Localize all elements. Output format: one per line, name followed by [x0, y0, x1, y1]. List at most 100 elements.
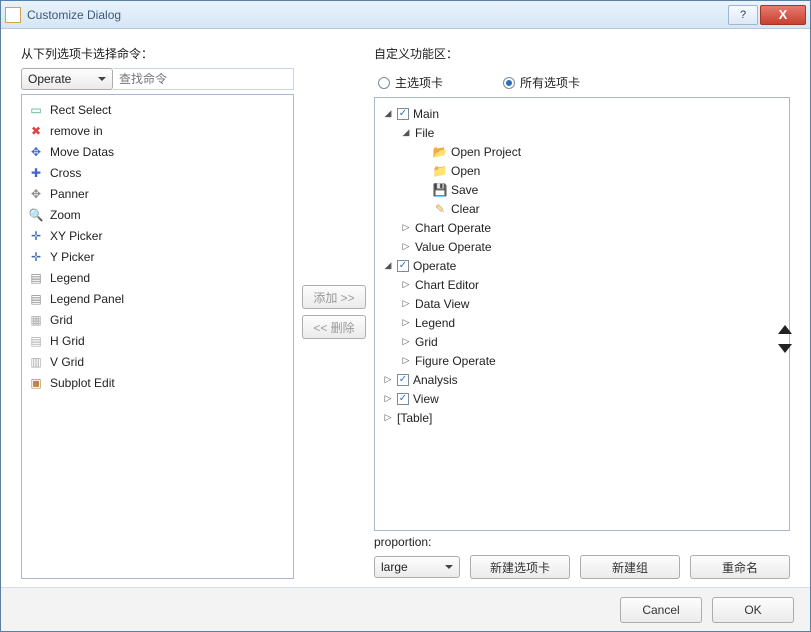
checkbox[interactable]: ✓	[397, 260, 409, 272]
command-label: Rect Select	[50, 103, 111, 117]
ribbon-tree[interactable]: ◢✓Main◢File▷📂Open Project▷📁Open▷💾Save▷✎C…	[374, 97, 790, 531]
checkbox[interactable]: ✓	[397, 393, 409, 405]
list-item[interactable]: ✛Y Picker	[22, 246, 293, 267]
command-icon: ▥	[28, 354, 44, 370]
list-item[interactable]: ▭Rect Select	[22, 99, 293, 120]
list-item[interactable]: ✖remove in	[22, 120, 293, 141]
command-icon: ✛	[28, 249, 44, 265]
tree-node[interactable]: ▷💾Save	[419, 180, 785, 199]
expand-icon[interactable]: ▷	[383, 394, 393, 404]
tree-node[interactable]: ▷Legend	[401, 313, 785, 332]
new-group-button[interactable]: 新建组	[580, 555, 680, 579]
tree-node-icon: ✎	[433, 202, 447, 216]
tree-node-label: Open	[451, 164, 480, 178]
rename-button[interactable]: 重命名	[690, 555, 790, 579]
command-icon: ▣	[28, 375, 44, 391]
list-item[interactable]: ▤Legend	[22, 267, 293, 288]
command-label: XY Picker	[50, 229, 102, 243]
help-button[interactable]: ?	[728, 5, 758, 25]
window-buttons: ? X	[726, 5, 806, 25]
close-button[interactable]: X	[760, 5, 806, 25]
tree-node-label: Save	[451, 183, 478, 197]
tree-node[interactable]: ▷Data View	[401, 294, 785, 313]
cancel-button[interactable]: Cancel	[620, 597, 702, 623]
expand-icon[interactable]: ▷	[401, 223, 411, 233]
tree-node[interactable]: ▷Value Operate	[401, 237, 785, 256]
list-item[interactable]: ▥ V Grid	[22, 351, 293, 372]
tree-node[interactable]: ▷ Figure Operate	[401, 351, 785, 370]
radio-all-label: 所有选项卡	[520, 74, 580, 91]
checkbox[interactable]: ✓	[397, 374, 409, 386]
expand-icon[interactable]: ▷	[383, 375, 393, 385]
tree-node-label: Chart Operate	[415, 221, 491, 235]
expand-icon[interactable]: ▷	[383, 413, 393, 423]
tree-node-label: Figure Operate	[415, 354, 496, 368]
radio-all-tabs[interactable]: 所有选项卡	[503, 74, 580, 91]
command-label: H Grid	[50, 334, 85, 348]
list-item[interactable]: ▤ H Grid	[22, 330, 293, 351]
tree-node[interactable]: ◢✓Main	[383, 104, 785, 123]
ok-button[interactable]: OK	[712, 597, 794, 623]
tree-node[interactable]: ▷✎Clear	[419, 199, 785, 218]
add-button[interactable]: 添加 >>	[302, 285, 366, 309]
tree-node[interactable]: ◢ ✓ Operate	[383, 256, 785, 275]
checkbox[interactable]: ✓	[397, 108, 409, 120]
list-item[interactable]: ▤Legend Panel	[22, 288, 293, 309]
expand-icon[interactable]: ▷	[401, 242, 411, 252]
content: 从下列选项卡选择命令： Operate ▭Rect Select✖remove …	[1, 29, 810, 587]
category-dropdown[interactable]: Operate	[21, 68, 113, 90]
collapse-icon[interactable]: ◢	[383, 261, 393, 271]
radio-main-tabs[interactable]: 主选项卡	[378, 74, 443, 91]
ribbon-bottom-controls: large 新建选项卡 新建组 重命名	[374, 555, 790, 579]
commands-panel: 从下列选项卡选择命令： Operate ▭Rect Select✖remove …	[21, 45, 294, 579]
expand-icon[interactable]: ▷	[401, 299, 411, 309]
list-item[interactable]: ▦Grid	[22, 309, 293, 330]
tree-node-icon: 📂	[433, 145, 447, 159]
expand-icon[interactable]: ▷	[401, 280, 411, 290]
tree-node[interactable]: ▷Chart Editor	[401, 275, 785, 294]
command-label: V Grid	[50, 355, 84, 369]
command-label: Subplot Edit	[50, 376, 115, 390]
tree-node[interactable]: ▷ ✓ View	[383, 389, 785, 408]
list-item[interactable]: 🔍Zoom	[22, 204, 293, 225]
collapse-icon[interactable]: ◢	[383, 109, 393, 119]
expand-icon[interactable]: ▷	[401, 337, 411, 347]
tree-node[interactable]: ◢ File	[401, 123, 785, 142]
list-item[interactable]: ✥Move Datas	[22, 141, 293, 162]
command-label: Cross	[50, 166, 81, 180]
command-label: Grid	[50, 313, 73, 327]
tree-node[interactable]: ▷✓Analysis	[383, 370, 785, 389]
tree-node-icon: 💾	[433, 183, 447, 197]
list-item[interactable]: ✚ Cross	[22, 162, 293, 183]
new-tab-button[interactable]: 新建选项卡	[470, 555, 570, 579]
expand-icon[interactable]: ▷	[401, 318, 411, 328]
commands-list[interactable]: ▭Rect Select✖remove in✥Move Datas ✚ Cross ✥…	[21, 94, 294, 579]
command-label: Zoom	[50, 208, 81, 222]
tree-node-label: File	[415, 126, 434, 140]
tab-filter-radios: 主选项卡 所有选项卡	[378, 74, 790, 91]
command-icon: ✥	[28, 186, 44, 202]
radio-dot-icon	[378, 77, 390, 89]
proportion-dropdown[interactable]: large	[374, 556, 460, 578]
app-icon	[5, 7, 21, 23]
tree-node[interactable]: ▷📁Open	[419, 161, 785, 180]
list-item[interactable]: ▣ Subplot Edit	[22, 372, 293, 393]
search-input[interactable]	[113, 68, 294, 90]
tree-node[interactable]: ▷[Table]	[383, 408, 785, 427]
tree-node-label: View	[413, 392, 439, 406]
tree-node-label: Open Project	[451, 145, 521, 159]
command-icon: ✚	[28, 165, 44, 181]
move-up-button[interactable]	[778, 325, 792, 334]
tree-node[interactable]: ▷ Chart Operate	[401, 218, 785, 237]
collapse-icon[interactable]: ◢	[401, 128, 411, 138]
tree-node-label: Operate	[413, 259, 456, 273]
expand-icon[interactable]: ▷	[401, 356, 411, 366]
remove-button[interactable]: << 删除	[302, 315, 366, 339]
list-item[interactable]: ✛XY Picker	[22, 225, 293, 246]
tree-node[interactable]: ▷Grid	[401, 332, 785, 351]
tree-node[interactable]: ▷📂Open Project	[419, 142, 785, 161]
move-down-button[interactable]	[778, 344, 792, 353]
command-label: remove in	[50, 124, 103, 138]
command-icon: ▤	[28, 333, 44, 349]
list-item[interactable]: ✥Panner	[22, 183, 293, 204]
